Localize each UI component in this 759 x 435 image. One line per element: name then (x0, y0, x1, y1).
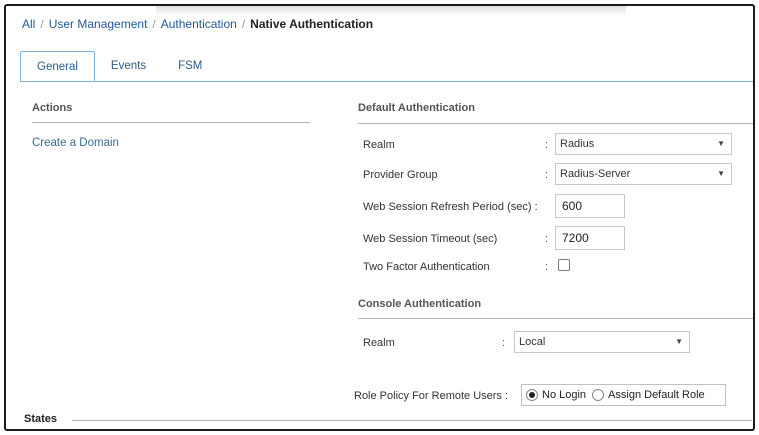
session-timeout-label: Web Session Timeout (sec) (363, 233, 498, 245)
create-domain-link[interactable]: Create a Domain (32, 137, 119, 149)
two-factor-label: Two Factor Authentication (363, 261, 490, 273)
console-realm-select-value: Local (519, 336, 546, 348)
breadcrumb-user-management[interactable]: User Management (49, 17, 148, 31)
realm-select-value: Radius (560, 138, 595, 150)
refresh-period-input[interactable] (555, 194, 625, 218)
radio-assign-default-role-label: Assign Default Role (608, 389, 705, 401)
breadcrumb-authentication[interactable]: Authentication (161, 17, 237, 31)
colon: : (545, 169, 549, 181)
two-factor-checkbox[interactable] (558, 259, 570, 271)
tab-bar: General Events FSM (20, 51, 218, 82)
provider-group-label: Provider Group (363, 169, 438, 181)
breadcrumb-all[interactable]: All (22, 17, 35, 31)
chevron-down-icon: ▼ (717, 169, 725, 178)
breadcrumb-current: Native Authentication (250, 17, 374, 31)
default-auth-title: Default Authentication (358, 102, 475, 114)
realm-label: Realm (363, 139, 395, 151)
console-realm-label: Realm (363, 337, 395, 349)
colon: : (545, 233, 549, 245)
breadcrumb: All / User Management / Authentication / Nativ… (22, 17, 373, 31)
colon: : (502, 337, 506, 349)
tab-underline (20, 81, 753, 82)
colon: : (545, 261, 549, 273)
provider-group-select[interactable]: Radius-Server ▼ (555, 163, 732, 185)
realm-select[interactable]: Radius ▼ (555, 133, 732, 155)
role-policy-label: Role Policy For Remote Users : (354, 390, 509, 402)
top-shadow (156, 6, 626, 16)
breadcrumb-separator: / (40, 17, 44, 31)
app-window: All / User Management / Authentication / Nativ… (4, 4, 755, 431)
breadcrumb-separator: / (152, 17, 156, 31)
chevron-down-icon: ▼ (675, 337, 683, 346)
radio-unselected-icon (592, 389, 605, 401)
refresh-period-label: Web Session Refresh Period (sec) : (363, 201, 538, 213)
radio-assign-default-role[interactable]: Assign Default Role (592, 389, 705, 401)
states-divider (72, 420, 752, 421)
radio-no-login[interactable]: No Login (526, 389, 586, 401)
session-timeout-input[interactable] (555, 226, 625, 250)
radio-no-login-label: No Login (542, 389, 587, 401)
tab-events[interactable]: Events (95, 51, 162, 82)
actions-divider (32, 122, 310, 123)
provider-group-select-value: Radius-Server (560, 168, 631, 180)
console-auth-divider (358, 318, 753, 319)
actions-title: Actions (32, 102, 73, 114)
default-auth-divider (358, 123, 753, 124)
tab-general[interactable]: General (20, 51, 95, 82)
states-title: States (24, 413, 58, 425)
chevron-down-icon: ▼ (717, 139, 725, 148)
breadcrumb-separator: / (241, 17, 246, 31)
role-policy-radio-group: No Login Assign Default Role (521, 384, 726, 406)
tab-fsm[interactable]: FSM (162, 51, 218, 82)
radio-selected-icon (526, 389, 538, 401)
colon: : (545, 139, 549, 151)
console-realm-select[interactable]: Local ▼ (514, 331, 690, 353)
console-auth-title: Console Authentication (358, 298, 482, 310)
